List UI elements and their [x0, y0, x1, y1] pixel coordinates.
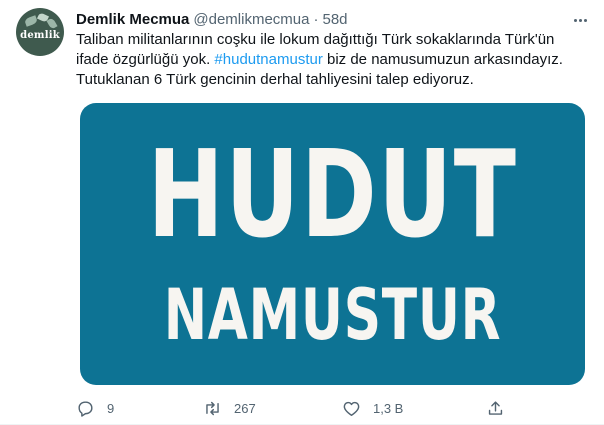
share-icon — [488, 400, 503, 415]
leaf-icon — [46, 17, 58, 30]
separator-dot: · — [313, 11, 319, 28]
share-button[interactable] — [486, 396, 505, 420]
retweet-button[interactable]: 267 — [203, 396, 256, 420]
heart-icon — [343, 401, 360, 416]
tweet[interactable]: demlik Demlik Mecmua @demlikmecmua · 58d… — [0, 0, 604, 425]
reply-count: 9 — [107, 400, 115, 416]
display-name[interactable]: Demlik Mecmua — [76, 10, 189, 30]
more-dot-icon — [578, 18, 582, 22]
avatar-logo-text: demlik — [20, 30, 60, 41]
user-handle[interactable]: @demlikmecmua — [193, 10, 309, 30]
image-subheadline: NAMUSTUR — [163, 274, 502, 356]
tweet-timestamp[interactable]: 58d — [322, 10, 347, 30]
hashtag-link[interactable]: #hudutnamustur — [214, 51, 322, 68]
avatar[interactable]: demlik — [16, 8, 64, 56]
tweet-text: Taliban militanlarının coşku ile lokum d… — [76, 30, 581, 90]
reply-button[interactable]: 9 — [76, 396, 114, 420]
more-dot-icon — [573, 18, 577, 22]
retweet-count: 267 — [234, 400, 256, 416]
tweet-image[interactable]: HUDUT NAMUSTUR — [80, 103, 585, 385]
retweet-icon — [206, 401, 219, 415]
tweet-header: Demlik Mecmua @demlikmecmua · 58d — [76, 10, 348, 30]
image-headline: HUDUT — [147, 126, 518, 265]
more-dot-icon — [583, 18, 587, 22]
tweet-actions: 9 267 1,3 B — [76, 396, 506, 420]
more-options-button[interactable] — [570, 10, 590, 30]
like-count: 1,3 B — [373, 400, 404, 416]
reply-icon — [78, 400, 93, 417]
like-button[interactable]: 1,3 B — [342, 396, 403, 420]
leaf-icon — [23, 15, 39, 27]
